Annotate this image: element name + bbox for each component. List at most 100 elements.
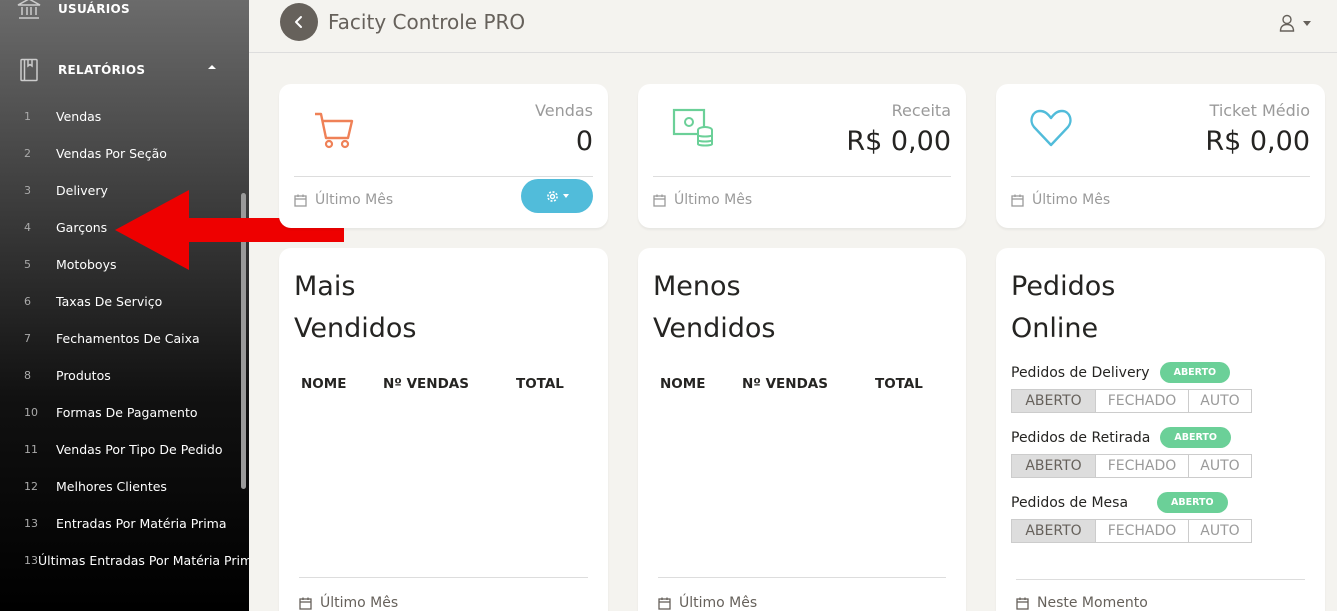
report-number: 8: [24, 369, 31, 382]
sidebar-section-users[interactable]: USUÁRIOS: [16, 0, 130, 22]
cart-icon: [315, 112, 354, 149]
book-icon: [16, 57, 42, 83]
option-aberto-button[interactable]: ABERTO: [1012, 455, 1096, 477]
order-label-text: Pedidos de Retirada: [1011, 429, 1151, 446]
card-title-line: Menos: [653, 271, 741, 302]
best-sellers-card: Mais Vendidos NOME Nº VENDAS TOTAL Últim…: [279, 248, 608, 611]
option-auto-button[interactable]: AUTO: [1189, 520, 1251, 542]
option-aberto-button[interactable]: ABERTO: [1012, 520, 1096, 542]
stat-card-receita: Receita R$ 0,00 Último Mês: [638, 84, 966, 228]
settings-dropdown-button[interactable]: [521, 179, 593, 213]
option-fechado-button[interactable]: FECHADO: [1096, 520, 1189, 542]
column-header-total: TOTAL: [516, 376, 564, 392]
heart-icon: [1030, 109, 1072, 147]
report-label: Últimas Entradas Por Matéria Prima: [38, 553, 249, 568]
card-footer: Neste Momento: [1016, 595, 1148, 611]
order-label-text: Pedidos de Mesa: [1011, 494, 1129, 511]
card-footer: Último Mês: [299, 595, 398, 611]
option-auto-button[interactable]: AUTO: [1189, 455, 1251, 477]
report-item-vendas[interactable]: 1 Vendas: [0, 98, 249, 135]
option-fechado-button[interactable]: FECHADO: [1096, 390, 1189, 412]
divider: [653, 176, 951, 177]
card-title-line: Mais: [294, 271, 356, 302]
order-label: Pedidos de Retirada ABERTO: [1011, 427, 1252, 448]
card-title: Menos Vendidos: [653, 266, 775, 350]
report-item-fechamentos-de-caixa[interactable]: 7 Fechamentos De Caixa: [0, 320, 249, 357]
status-badge: ABERTO: [1157, 492, 1228, 513]
stat-value: 0: [575, 126, 593, 157]
report-item-taxas-de-servico[interactable]: 6 Taxas De Serviço: [0, 283, 249, 320]
report-item-vendas-por-tipo-de-pedido[interactable]: 11 Vendas Por Tipo De Pedido: [0, 431, 249, 468]
report-item-produtos[interactable]: 8 Produtos: [0, 357, 249, 394]
divider: [1011, 176, 1310, 177]
stat-value: R$ 0,00: [1205, 126, 1310, 157]
report-number: 12: [24, 480, 38, 493]
stat-label: Vendas: [535, 101, 593, 120]
order-label: Pedidos de Mesa ABERTO: [1011, 492, 1252, 513]
report-item-vendas-por-secao[interactable]: 2 Vendas Por Seção: [0, 135, 249, 172]
card-footer: Último Mês: [658, 595, 757, 611]
report-number: 4: [24, 221, 31, 234]
stat-label: Receita: [891, 101, 951, 120]
divider: [294, 176, 593, 177]
report-item-entradas-por-materia-prima[interactable]: 13 Entradas Por Matéria Prima: [0, 505, 249, 542]
option-fechado-button[interactable]: FECHADO: [1096, 455, 1189, 477]
option-auto-button[interactable]: AUTO: [1189, 390, 1251, 412]
report-label: Garçons: [56, 220, 108, 235]
report-label: Vendas Por Tipo De Pedido: [56, 442, 223, 457]
column-header-vendas: Nº VENDAS: [383, 376, 469, 392]
stat-footer-text: Último Mês: [674, 192, 753, 208]
column-header-total: TOTAL: [875, 376, 923, 392]
status-badge: ABERTO: [1160, 427, 1231, 448]
card-title-line: Pedidos: [1011, 271, 1116, 302]
stat-footer: Último Mês: [653, 192, 752, 208]
calendar-icon: [1011, 194, 1024, 207]
sidebar-section-reports[interactable]: RELATÓRIOS: [16, 56, 246, 84]
stat-footer: Último Mês: [294, 192, 393, 208]
report-label: Formas De Pagamento: [56, 405, 198, 420]
report-number: 7: [24, 332, 31, 345]
sidebar: USUÁRIOS RELATÓRIOS 1 Vendas 2 Vendas Por …: [0, 0, 249, 611]
stat-card-vendas: Vendas 0 Último Mês: [279, 84, 608, 228]
report-label: Fechamentos De Caixa: [56, 331, 200, 346]
calendar-icon: [658, 597, 671, 610]
top-navbar: Facity Controle PRO: [249, 0, 1337, 53]
report-number: 10: [24, 406, 38, 419]
calendar-icon: [1016, 597, 1029, 610]
report-label: Delivery: [56, 183, 108, 198]
back-button[interactable]: [280, 3, 318, 41]
caret-down-icon: [1303, 20, 1311, 26]
card-footer-text: Neste Momento: [1037, 595, 1148, 611]
report-item-ultimas-entradas[interactable]: 13 Últimas Entradas Por Matéria Prima: [0, 542, 249, 579]
sidebar-section-reports-label: RELATÓRIOS: [58, 63, 146, 77]
user-menu[interactable]: [1279, 14, 1311, 32]
stat-footer: Último Mês: [1011, 192, 1110, 208]
calendar-icon: [294, 194, 307, 207]
stat-footer-text: Último Mês: [1032, 192, 1111, 208]
calendar-icon: [299, 597, 312, 610]
report-number: 1: [24, 110, 31, 123]
report-number: 5: [24, 258, 31, 271]
card-title-line: Vendidos: [653, 313, 776, 344]
report-number: 13: [24, 517, 38, 530]
card-title: Pedidos Online: [1011, 266, 1115, 350]
divider: [658, 577, 946, 578]
user-icon: [1279, 14, 1295, 32]
order-mode-toggle: ABERTO FECHADO AUTO: [1011, 389, 1252, 413]
sidebar-section-users-label: USUÁRIOS: [58, 2, 130, 16]
stat-footer-text: Último Mês: [315, 192, 394, 208]
column-header-vendas: Nº VENDAS: [742, 376, 828, 392]
chevron-left-icon: [295, 16, 302, 28]
card-title-line: Vendidos: [294, 313, 417, 344]
report-item-melhores-clientes[interactable]: 12 Melhores Clientes: [0, 468, 249, 505]
order-mode-toggle: ABERTO FECHADO AUTO: [1011, 454, 1252, 478]
report-label: Entradas Por Matéria Prima: [56, 516, 227, 531]
report-label: Taxas De Serviço: [56, 294, 163, 309]
column-header-nome: NOME: [301, 376, 347, 392]
money-icon: [672, 108, 713, 147]
report-item-formas-de-pagamento[interactable]: 10 Formas De Pagamento: [0, 394, 249, 431]
online-orders-card: Pedidos Online Pedidos de Delivery ABERT…: [996, 248, 1325, 611]
option-aberto-button[interactable]: ABERTO: [1012, 390, 1096, 412]
column-header-nome: NOME: [660, 376, 706, 392]
stat-value: R$ 0,00: [846, 126, 951, 157]
